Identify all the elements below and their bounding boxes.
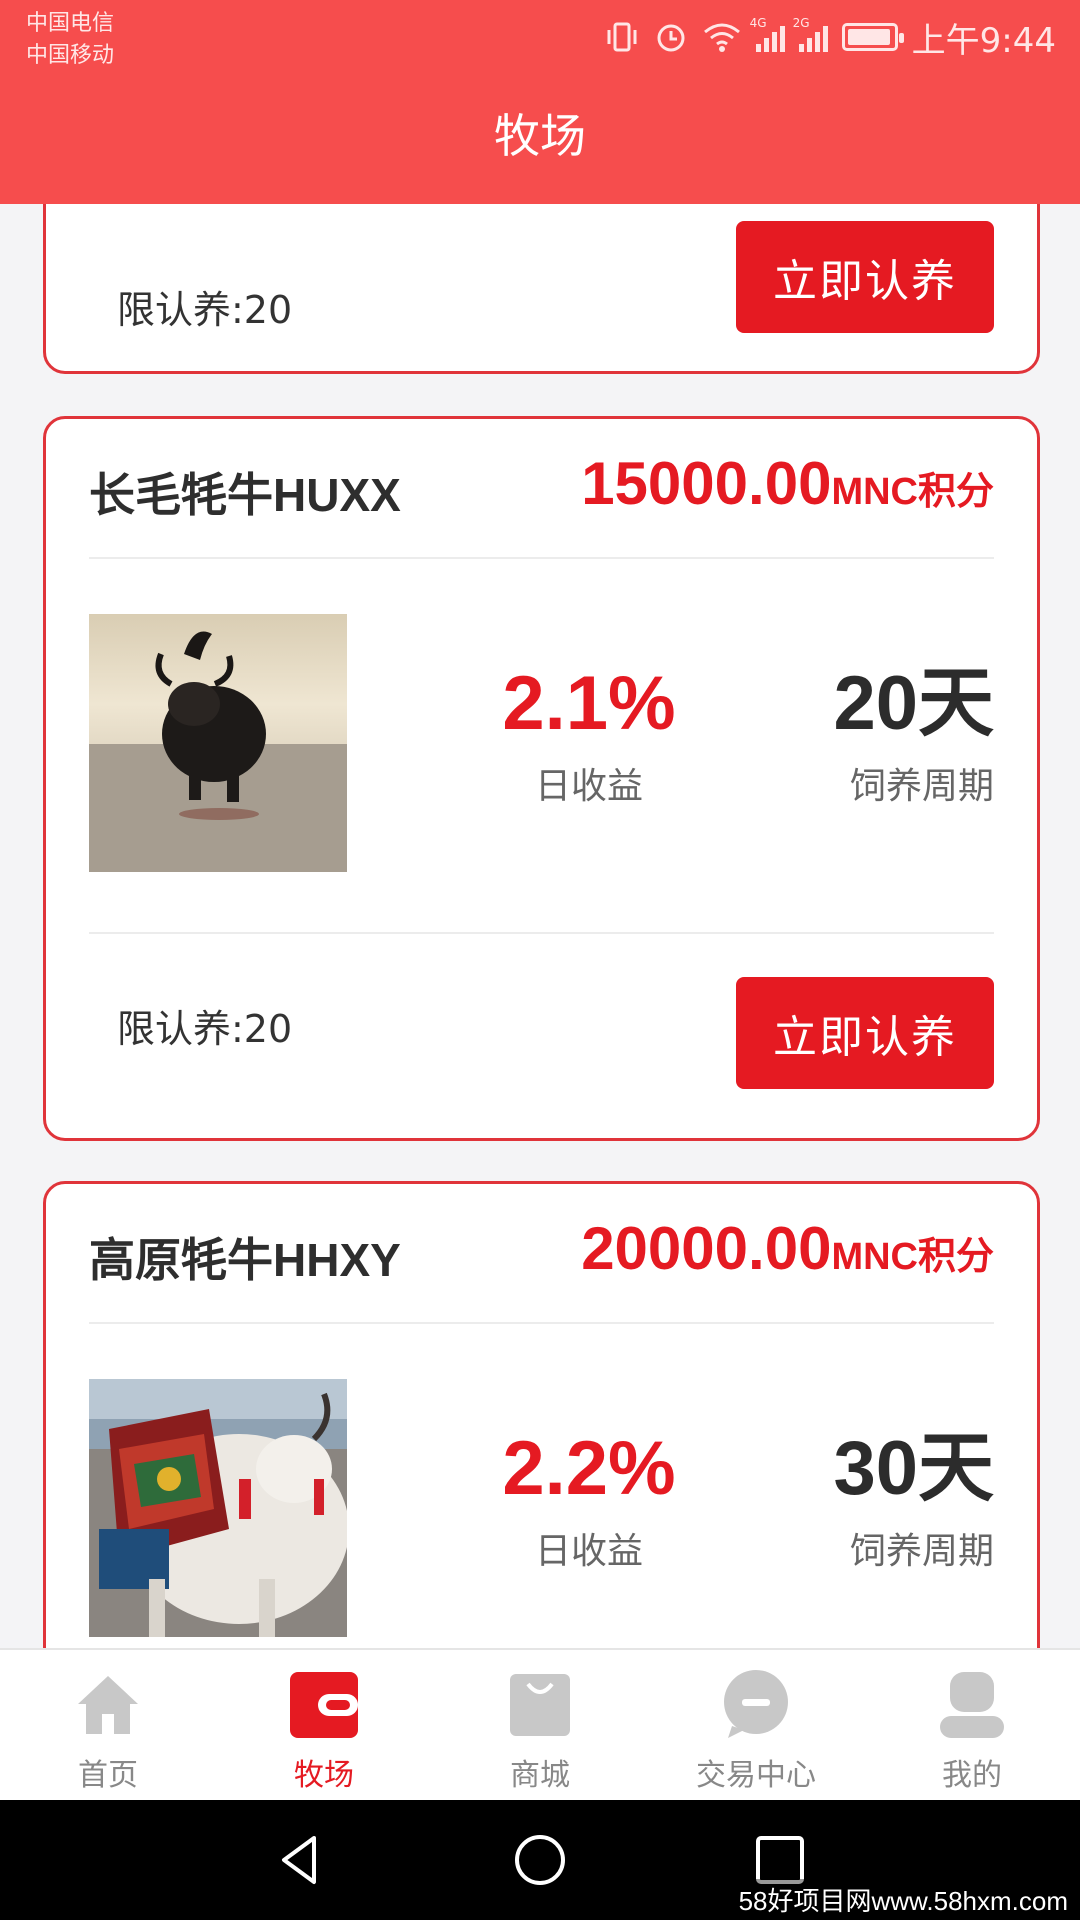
tab-ranch-label: 牧场 (294, 1758, 354, 1793)
feeding-period-value: 20天 (833, 661, 994, 746)
adopt-limit: 限认养:20 (117, 1007, 293, 1051)
feeding-period: 20天 饲养周期 (824, 659, 994, 809)
status-bar: 中国电信 中国移动 4G 2G 上午9:44 (0, 0, 1080, 90)
adopt-limit: 限认养:20 (117, 288, 293, 332)
daily-yield-value: 2.2% (502, 1426, 676, 1511)
product-card: 高原牦牛HHXY 20000.00MNC积分 2.2% 日收益 30天 饲养周期 (43, 1181, 1040, 1648)
tab-mall-label: 商城 (510, 1758, 570, 1793)
battery-icon (841, 23, 904, 51)
page-title: 牧场 (494, 109, 586, 163)
tab-mine-label: 我的 (942, 1758, 1002, 1793)
carrier-1: 中国电信 (26, 11, 115, 36)
wifi-icon (702, 21, 742, 53)
bottom-tab-bar: 首页 牧场 商城 交易中心 我的 (0, 1648, 1080, 1800)
product-image[interactable] (89, 1379, 347, 1637)
price-value: 20000.00 (581, 1215, 832, 1282)
home-icon (78, 1676, 138, 1734)
clock: 上午9:44 (911, 20, 1056, 61)
carrier-info: 中国电信 中国移动 (26, 8, 114, 72)
system-nav-bar: 58好项目网www.58hxm.com (0, 1800, 1080, 1920)
product-name: 长毛牦牛HUXX (89, 469, 401, 521)
signal-1-icon: 4G (750, 16, 785, 52)
carrier-2: 中国移动 (26, 43, 115, 68)
card-body: 2.2% 日收益 30天 饲养周期 (89, 1324, 994, 1648)
tab-trade-center-label: 交易中心 (696, 1758, 816, 1793)
product-list[interactable]: 限认养:20 立即认养 长毛牦牛HUXX 15000.00MNC积分 2.1% … (0, 204, 1080, 1648)
product-card-partial: 限认养:20 立即认养 (43, 204, 1040, 374)
tab-home[interactable]: 首页 (0, 1650, 216, 1802)
product-card: 长毛牦牛HUXX 15000.00MNC积分 2.1% 日收益 20天 饲养周期… (43, 416, 1040, 1141)
shopping-bag-icon (510, 1674, 570, 1736)
tab-mine[interactable]: 我的 (864, 1650, 1080, 1802)
daily-yield-label: 日收益 (534, 766, 643, 807)
back-icon[interactable] (270, 1830, 330, 1890)
home-circle-icon[interactable] (510, 1830, 570, 1890)
adopt-button[interactable]: 立即认养 (736, 221, 994, 333)
product-image[interactable] (89, 614, 347, 872)
feeding-period: 30天 饲养周期 (824, 1424, 994, 1574)
card-footer: 限认养:20 立即认养 (89, 934, 994, 1114)
user-icon (940, 1672, 1004, 1738)
feeding-period-label: 饲养周期 (849, 766, 994, 807)
price-unit: MNC积分 (831, 471, 994, 513)
price-value: 15000.00 (581, 450, 832, 517)
signal-2-icon: 2G (793, 16, 828, 52)
watermark: 58好项目网www.58hxm.com (732, 1879, 1074, 1920)
daily-yield-label: 日收益 (534, 1531, 643, 1572)
product-name: 高原牦牛HHXY (89, 1234, 401, 1286)
card-header: 长毛牦牛HUXX 15000.00MNC积分 (89, 419, 994, 559)
tab-ranch[interactable]: 牧场 (216, 1650, 432, 1802)
daily-yield: 2.1% 日收益 (489, 659, 689, 809)
chat-bubble-icon (724, 1670, 788, 1738)
card-header: 高原牦牛HHXY 20000.00MNC积分 (89, 1184, 994, 1324)
alarm-icon (654, 20, 688, 54)
tab-home-label: 首页 (78, 1758, 138, 1793)
wallet-icon (290, 1672, 358, 1738)
feeding-period-label: 饲养周期 (849, 1531, 994, 1572)
card-body: 2.1% 日收益 20天 饲养周期 (89, 559, 994, 934)
product-price: 15000.00MNC积分 (581, 449, 994, 518)
tab-mall[interactable]: 商城 (432, 1650, 648, 1802)
status-icons: 4G 2G 上午9:44 (604, 12, 1056, 62)
card-footer: 限认养:20 立即认养 (89, 204, 994, 377)
feeding-period-value: 30天 (833, 1426, 994, 1511)
price-unit: MNC积分 (831, 1236, 994, 1278)
header: 牧场 (0, 90, 1080, 204)
daily-yield: 2.2% 日收益 (489, 1424, 689, 1574)
product-price: 20000.00MNC积分 (581, 1214, 994, 1283)
tab-trade-center[interactable]: 交易中心 (648, 1650, 864, 1802)
vibrate-icon (604, 20, 640, 54)
daily-yield-value: 2.1% (502, 661, 676, 746)
adopt-button[interactable]: 立即认养 (736, 977, 994, 1089)
